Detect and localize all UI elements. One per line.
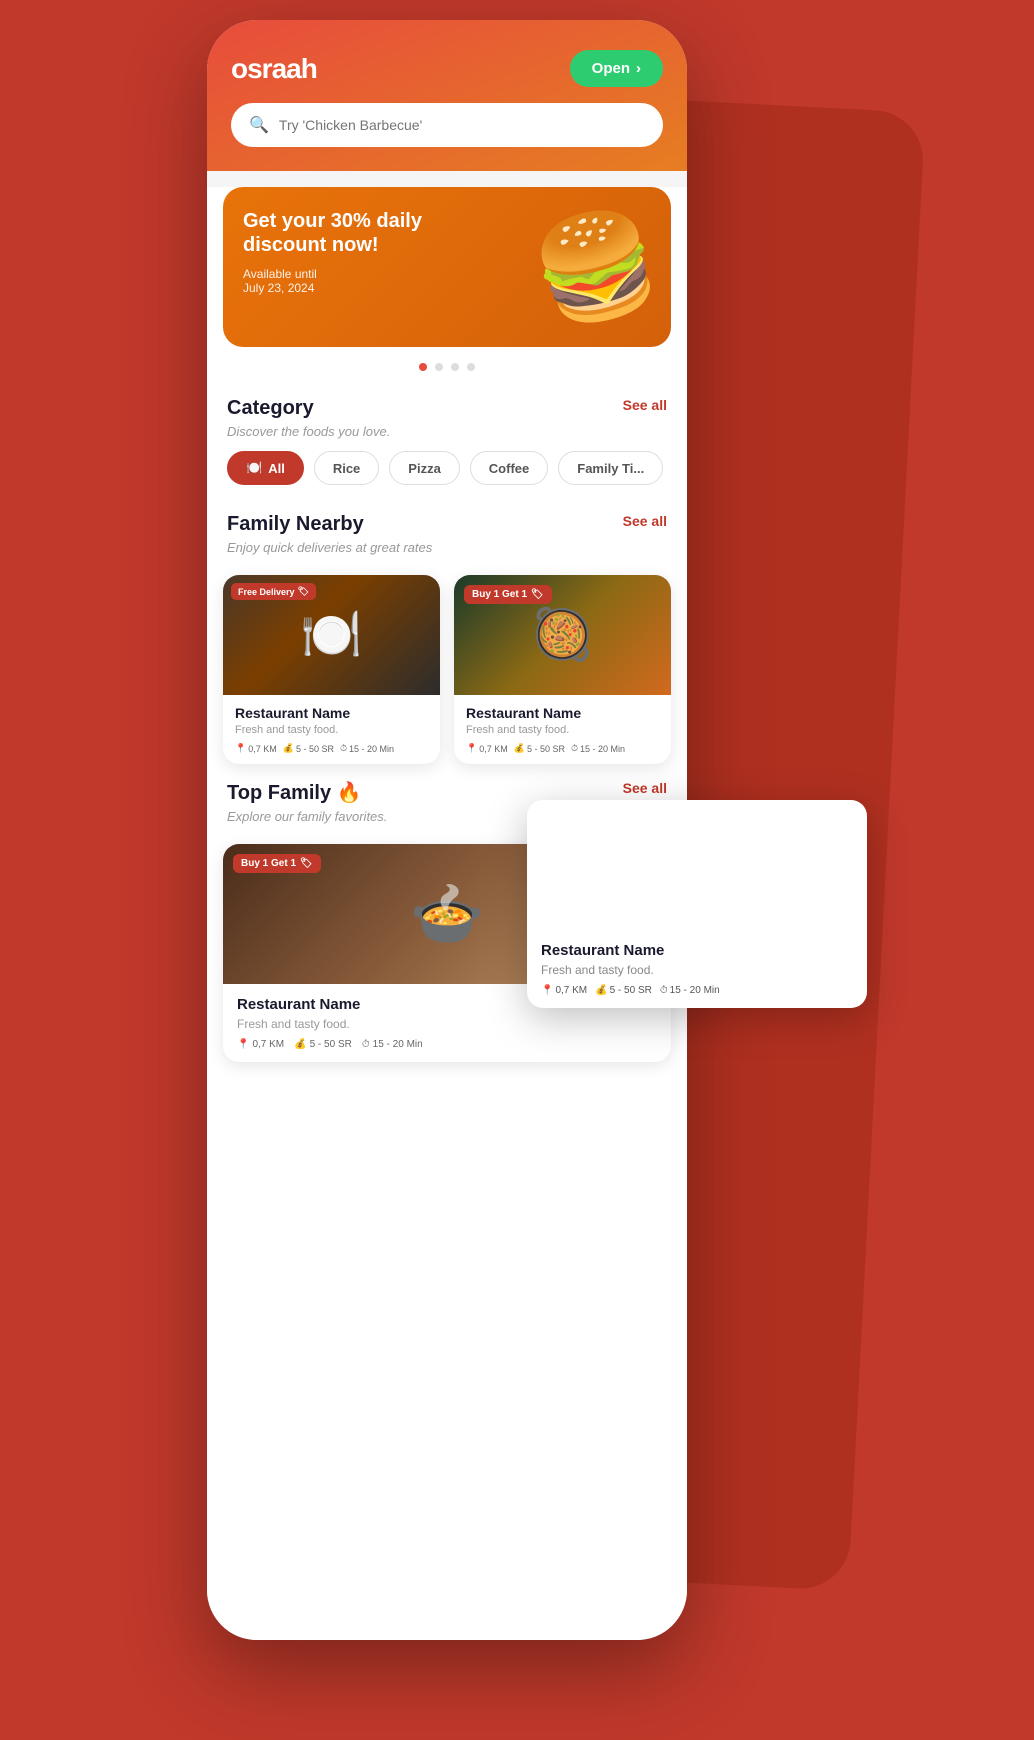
restaurant-card-2[interactable]: Buy 1 Get 1 🏷 Restaurant Name Fresh and … — [454, 575, 671, 764]
restaurant-card-2-body: Restaurant Name Fresh and tasty food. 📍 … — [454, 695, 671, 764]
category-see-all[interactable]: See all — [623, 397, 667, 413]
float-card-name: Restaurant Name — [541, 942, 853, 959]
card1-distance: 📍 0,7 KM — [235, 743, 277, 754]
chevron-right-icon: › — [636, 60, 641, 77]
fire-icon: 🔥 — [337, 782, 362, 804]
chip-family[interactable]: Family Ti... — [558, 451, 663, 485]
dot-3[interactable] — [451, 363, 459, 371]
restaurant-card-2-name: Restaurant Name — [466, 705, 659, 721]
top-card-1-distance: 📍 0,7 KM — [237, 1039, 284, 1050]
category-section: Category See all Discover the foods you … — [207, 381, 687, 497]
family-nearby-section: Family Nearby See all Enjoy quick delive… — [207, 497, 687, 575]
open-button[interactable]: Open › — [570, 50, 663, 87]
chip-pizza[interactable]: Pizza — [389, 451, 460, 485]
restaurant-card-1-name: Restaurant Name — [235, 705, 428, 721]
card2-distance: 📍 0,7 KM — [466, 743, 508, 754]
float-card-info: Restaurant Name Fresh and tasty food. 📍 … — [527, 930, 867, 1008]
restaurant-card-1-badge: Free Delivery 🏷 — [231, 583, 316, 600]
card1-time: ⏱ 15 - 20 Min — [340, 743, 394, 754]
restaurant-card-2-image: Buy 1 Get 1 🏷 — [454, 575, 671, 695]
category-chips: 🍽️ All Rice Pizza Coffee Family Ti... — [227, 451, 667, 489]
restaurant-card-1-meta: 📍 0,7 KM 💰 5 - 50 SR ⏱ 15 - 20 Min — [235, 743, 428, 754]
float-card: Buy 1 Get 1 🏷 Restaurant Name Fresh and … — [527, 800, 867, 1008]
top-card-1-meta: 📍 0,7 KM 💰 5 - 50 SR ⏱ 15 - 20 Min — [237, 1039, 657, 1050]
float-card-distance: 📍 0,7 KM — [541, 985, 587, 996]
search-bar[interactable]: 🔍 — [231, 103, 663, 147]
chip-coffee[interactable]: Coffee — [470, 451, 548, 485]
top-family-title: Top Family 🔥 — [227, 780, 362, 805]
banner-dots — [207, 363, 687, 371]
banner-text: Get your 30% daily discount now! Availab… — [243, 209, 467, 295]
app-logo: osraah — [231, 53, 317, 85]
restaurant-card-2-meta: 📍 0,7 KM 💰 5 - 50 SR ⏱ 15 - 20 Min — [466, 743, 659, 754]
scene: Buy 1 Get 1 🏷 Restaurant Name Fresh and … — [177, 20, 857, 1720]
category-title: Category — [227, 397, 314, 420]
category-header: Category See all — [227, 397, 667, 420]
restaurant-card-2-badge: Buy 1 Get 1 🏷 — [464, 585, 552, 604]
float-card-desc: Fresh and tasty food. — [541, 963, 853, 977]
family-nearby-subtitle: Enjoy quick deliveries at great rates — [227, 540, 667, 555]
family-nearby-header: Family Nearby See all — [227, 513, 667, 536]
dot-4[interactable] — [467, 363, 475, 371]
chip-rice[interactable]: Rice — [314, 451, 379, 485]
top-card-1-time: ⏱ 15 - 20 Min — [362, 1039, 423, 1050]
header-top: osraah Open › — [231, 50, 663, 87]
family-nearby-see-all[interactable]: See all — [623, 513, 667, 529]
banner-subtitle: Available until July 23, 2024 — [243, 267, 467, 295]
search-icon: 🔍 — [249, 115, 269, 135]
card2-time: ⏱ 15 - 20 Min — [571, 743, 625, 754]
promo-banner[interactable]: Get your 30% daily discount now! Availab… — [223, 187, 671, 347]
restaurant-card-1[interactable]: Free Delivery 🏷 Restaurant Name Fresh an… — [223, 575, 440, 764]
restaurant-cards-grid: Free Delivery 🏷 Restaurant Name Fresh an… — [207, 575, 687, 764]
dot-2[interactable] — [435, 363, 443, 371]
dot-1[interactable] — [419, 363, 427, 371]
float-card-price: 💰 5 - 50 SR — [595, 985, 652, 996]
banner-title: Get your 30% daily discount now! — [243, 209, 467, 257]
top-family-see-all[interactable]: See all — [623, 780, 667, 796]
restaurant-card-1-desc: Fresh and tasty food. — [235, 724, 428, 736]
float-card-time: ⏱ 15 - 20 Min — [660, 985, 720, 996]
top-card-1-badge: Buy 1 Get 1 🏷 — [233, 854, 321, 873]
dish-icon: 🍽️ — [246, 460, 262, 476]
restaurant-card-1-body: Restaurant Name Fresh and tasty food. 📍 … — [223, 695, 440, 764]
card1-price: 💰 5 - 50 SR — [283, 743, 334, 754]
search-input[interactable] — [279, 117, 645, 133]
top-card-1-desc: Fresh and tasty food. — [237, 1017, 657, 1031]
card2-price: 💰 5 - 50 SR — [514, 743, 565, 754]
top-card-1-price: 💰 5 - 50 SR — [294, 1039, 352, 1050]
float-card-meta: 📍 0,7 KM 💰 5 - 50 SR ⏱ 15 - 20 Min — [541, 985, 853, 996]
category-subtitle: Discover the foods you love. — [227, 424, 667, 439]
phone-header: osraah Open › 🔍 — [207, 20, 687, 171]
banner-image: 🍔 — [491, 187, 671, 347]
chip-all[interactable]: 🍽️ All — [227, 451, 304, 485]
restaurant-card-1-image: Free Delivery 🏷 — [223, 575, 440, 695]
restaurant-card-2-desc: Fresh and tasty food. — [466, 724, 659, 736]
family-nearby-title: Family Nearby — [227, 513, 364, 536]
